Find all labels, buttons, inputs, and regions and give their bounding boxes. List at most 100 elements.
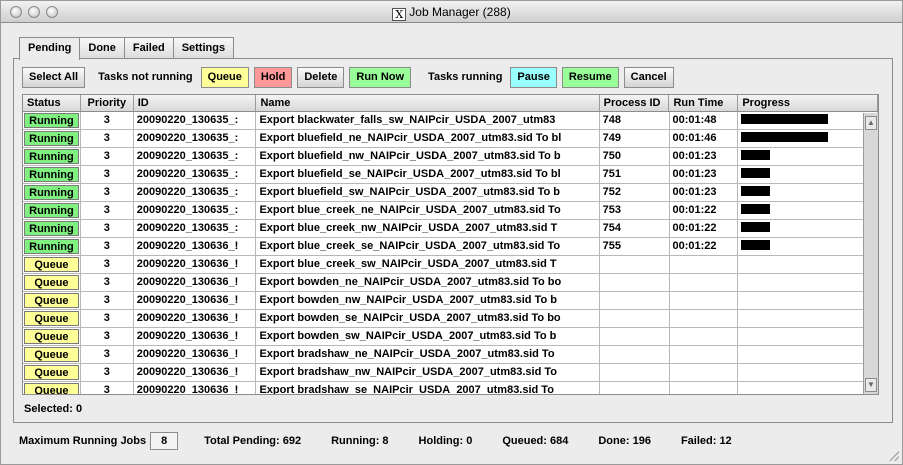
status-cell: Running — [23, 166, 81, 183]
progress-cell — [738, 148, 878, 165]
queue-button[interactable]: Queue — [200, 66, 249, 88]
priority-cell: 3 — [81, 130, 134, 147]
progress-cell — [738, 166, 878, 183]
column-header-id[interactable]: ID — [134, 95, 257, 111]
tab-failed[interactable]: Failed — [123, 37, 174, 59]
table-row[interactable]: Queue 3 20090220_130636_! Export bowden_se_… — [23, 310, 878, 328]
progress-cell — [738, 202, 878, 219]
max-running-jobs-label: Maximum Running Jobs — [19, 435, 147, 447]
table-row[interactable]: Queue 3 20090220_130636_! Export bowden_sw_… — [23, 328, 878, 346]
progress-bar — [741, 240, 771, 250]
table-row[interactable]: Queue 3 20090220_130636_! Export bowden_nw_… — [23, 292, 878, 310]
column-header-status[interactable]: Status — [23, 95, 81, 111]
priority-cell: 3 — [81, 238, 134, 255]
progress-cell — [738, 274, 878, 291]
status-badge: Running — [24, 149, 79, 164]
progress-bar — [741, 114, 829, 124]
pause-button[interactable]: Pause — [510, 66, 557, 88]
process-id-cell — [600, 346, 670, 363]
column-header-progress[interactable]: Progress — [738, 95, 878, 111]
progress-bar — [741, 186, 771, 196]
column-header-run-time[interactable]: Run Time — [669, 95, 739, 111]
jobs-table: Status Priority ID Name Process ID Run T… — [22, 94, 879, 395]
process-id-cell: 749 — [600, 130, 670, 147]
table-row[interactable]: Queue 3 20090220_130636_! Export bowden_ne_… — [23, 274, 878, 292]
resume-button[interactable]: Resume — [561, 66, 619, 88]
priority-cell: 3 — [81, 166, 134, 183]
job-manager-window: X Job Manager (288) Pending Done Failed S… — [0, 0, 903, 465]
tab-settings[interactable]: Settings — [172, 37, 235, 59]
table-row[interactable]: Running 3 20090220_130636_! Export blue_cre… — [23, 238, 878, 256]
vertical-scrollbar[interactable]: ▲ ▼ — [863, 113, 878, 394]
status-cell: Queue — [23, 364, 81, 381]
table-row[interactable]: Running 3 20090220_130635_: Export blackwat… — [23, 112, 878, 130]
hold-button[interactable]: Hold — [253, 66, 293, 88]
table-row[interactable]: Running 3 20090220_130635_: Export bluefiel… — [23, 184, 878, 202]
progress-cell — [738, 364, 878, 381]
table-row[interactable]: Running 3 20090220_130635_: Export bluefiel… — [23, 148, 878, 166]
table-row[interactable]: Queue 3 20090220_130636_! Export bradshaw_n… — [23, 346, 878, 364]
tab-pending[interactable]: Pending — [19, 37, 81, 60]
table-row[interactable]: Running 3 20090220_130635_: Export blue_cre… — [23, 202, 878, 220]
status-cell: Running — [23, 184, 81, 201]
run-now-button[interactable]: Run Now — [349, 66, 412, 88]
running-count: Running: 8 — [331, 435, 389, 447]
status-badge: Queue — [24, 347, 79, 362]
process-id-cell: 754 — [600, 220, 670, 237]
column-header-name[interactable]: Name — [256, 95, 600, 111]
tab-done[interactable]: Done — [79, 37, 125, 59]
status-badge: Queue — [24, 383, 79, 394]
table-row[interactable]: Running 3 20090220_130635_: Export bluefiel… — [23, 130, 878, 148]
max-running-jobs-input[interactable]: 8 — [150, 432, 179, 450]
scroll-down-arrow-icon[interactable]: ▼ — [865, 378, 877, 392]
select-all-button[interactable]: Select All — [22, 66, 86, 88]
run-time-cell: 00:01:22 — [670, 238, 739, 255]
process-id-cell — [600, 328, 670, 345]
status-badge: Running — [24, 239, 79, 254]
title-bar[interactable]: X Job Manager (288) — [1, 1, 902, 23]
column-header-priority[interactable]: Priority — [81, 95, 134, 111]
tasks-not-running-label: Tasks not running — [98, 71, 193, 83]
status-cell: Queue — [23, 310, 81, 327]
priority-cell: 3 — [81, 310, 134, 327]
total-pending-count: Total Pending: 692 — [204, 435, 302, 447]
status-cell: Running — [23, 112, 81, 129]
process-id-cell — [600, 256, 670, 273]
id-cell: 20090220_130636_! — [134, 310, 257, 327]
tasks-running-label: Tasks running — [428, 71, 503, 83]
progress-cell — [738, 292, 878, 309]
status-badge: Queue — [24, 275, 79, 290]
status-cell: Queue — [23, 328, 81, 345]
process-id-cell — [600, 310, 670, 327]
status-badge: Running — [24, 131, 79, 146]
table-row[interactable]: Running 3 20090220_130635_: Export blue_cre… — [23, 220, 878, 238]
status-cell: Running — [23, 148, 81, 165]
table-row[interactable]: Running 3 20090220_130635_: Export bluefiel… — [23, 166, 878, 184]
cancel-button[interactable]: Cancel — [623, 66, 674, 88]
queued-count: Queued: 684 — [502, 435, 569, 447]
priority-cell: 3 — [81, 184, 134, 201]
resize-grip-icon[interactable] — [889, 451, 899, 461]
scroll-up-arrow-icon[interactable]: ▲ — [865, 116, 877, 130]
progress-cell — [738, 256, 878, 273]
status-badge: Running — [24, 167, 79, 182]
name-cell: Export bowden_ne_NAIPcir_USDA_2007_utm83… — [256, 274, 600, 291]
priority-cell: 3 — [81, 274, 134, 291]
run-time-cell — [670, 292, 739, 309]
table-row[interactable]: Queue 3 20090220_130636_! Export blue_creek… — [23, 256, 878, 274]
table-body: Running 3 20090220_130635_: Export blackwat… — [23, 112, 878, 394]
column-header-process-id[interactable]: Process ID — [600, 95, 670, 111]
delete-button[interactable]: Delete — [297, 66, 345, 88]
name-cell: Export bowden_nw_NAIPcir_USDA_2007_utm83… — [256, 292, 600, 309]
table-row[interactable]: Queue 3 20090220_130636_! Export bradshaw_s… — [23, 382, 878, 394]
id-cell: 20090220_130636_! — [134, 382, 257, 394]
status-badge: Queue — [24, 365, 79, 380]
status-badge: Queue — [24, 329, 79, 344]
status-cell: Queue — [23, 382, 81, 394]
table-row[interactable]: Queue 3 20090220_130636_! Export bradshaw_n… — [23, 364, 878, 382]
failed-count: Failed: 12 — [680, 435, 732, 447]
status-badge: Running — [24, 185, 79, 200]
run-time-cell: 00:01:23 — [670, 184, 739, 201]
name-cell: Export bluefield_sw_NAIPcir_USDA_2007_ut… — [256, 184, 600, 201]
progress-bar — [741, 168, 771, 178]
